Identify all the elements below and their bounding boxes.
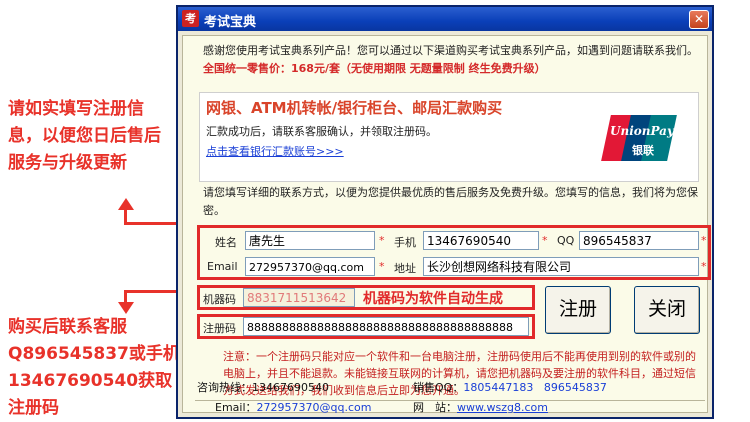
email-label: Email <box>207 260 238 273</box>
retail-price: 全国统一零售价：168元/套（无使用期限 无题量限制 终生免费升级） <box>203 62 546 75</box>
required-mark: * <box>701 234 707 247</box>
payment-banner: 网银、ATM机转帐/银行柜台、邮局汇款购买 汇款成功后，请联系客服确认，并领取注… <box>199 92 699 182</box>
required-mark: * <box>542 234 548 247</box>
annotation-fill-info: 请如实填写注册信息，以便您日后售后服务与升级更新 <box>8 99 161 173</box>
registration-code-label: 注册码 <box>203 322 236 335</box>
unionpay-logo-text: UnionPay <box>610 124 674 138</box>
footer-email-label: Email： <box>215 401 257 414</box>
website-label: 网 站： <box>413 401 457 414</box>
required-mark: * <box>379 234 385 247</box>
registration-dialog: 考 考试宝典 ✕ 感谢您使用考试宝典系列产品！您可以通过以下渠道购买考试宝典系列… <box>176 5 714 419</box>
address-field[interactable]: 长沙创想网络科技有限公司 <box>423 257 699 276</box>
machine-code-label: 机器码 <box>203 293 236 306</box>
banner-headline: 网银、ATM机转帐/银行柜台、邮局汇款购买 <box>206 99 503 117</box>
intro-body: 感谢您使用考试宝典系列产品！您可以通过以下渠道购买考试宝典系列产品，如遇到问题请… <box>203 44 698 57</box>
bank-account-link[interactable]: 点击查看银行汇款账号>>> <box>206 143 344 159</box>
website-link[interactable]: www.wszg8.com <box>457 401 548 414</box>
annotation-contact-service: 购买后联系客服Q896545837或手机13467690540获取注册码 <box>8 317 180 418</box>
registration-code-field[interactable]: 88888888888888888888888888888888888888 <box>243 317 529 336</box>
phone-field[interactable]: 13467690540 <box>423 231 539 250</box>
hotline-label: 咨询热线： <box>197 381 252 394</box>
sales-qq-value-1: 1805447183 <box>463 381 534 394</box>
name-label: 姓名 <box>215 236 237 249</box>
name-field[interactable]: 唐先生 <box>245 231 375 250</box>
footer-sales-qq: 销售QQ：1805447183 896545837 <box>413 379 607 395</box>
arrow-bottom-head <box>118 302 134 314</box>
footer-email-value: 272957370@qq.com <box>256 401 372 414</box>
required-mark: * <box>701 260 707 273</box>
required-mark: * <box>379 260 385 273</box>
email-field[interactable]: 272957370@qq.com <box>245 257 375 276</box>
sales-qq-value-2: 896545837 <box>543 381 607 394</box>
qq-field[interactable]: 896545837 <box>579 231 699 250</box>
close-icon[interactable]: ✕ <box>689 10 709 29</box>
unionpay-logo-icon: UnionPay 银联 <box>601 115 677 161</box>
arrow-top-head <box>118 198 134 210</box>
hotline-value: 13467690540 <box>252 381 329 394</box>
machine-code-field: 8831711513642 <box>243 288 355 307</box>
machine-code-note: 机器码为软件自动生成 <box>363 291 503 307</box>
address-label: 地址 <box>394 262 416 275</box>
phone-label: 手机 <box>394 236 416 249</box>
banner-subtext: 汇款成功后，请联系客服确认，并领取注册码。 <box>206 125 437 138</box>
footer-hotline: 咨询热线：13467690540 <box>197 379 329 395</box>
unionpay-logo-chinese: 银联 <box>632 144 654 157</box>
app-icon: 考 <box>182 10 199 27</box>
footer-email: Email：272957370@qq.com <box>215 399 371 415</box>
register-button[interactable]: 注册 <box>545 286 611 334</box>
title-bar[interactable]: 考 考试宝典 ✕ <box>178 7 712 31</box>
content-panel: 感谢您使用考试宝典系列产品！您可以通过以下渠道购买考试宝典系列产品，如遇到问题请… <box>182 35 711 415</box>
close-button[interactable]: 关闭 <box>634 286 700 334</box>
window-title: 考试宝典 <box>204 15 257 30</box>
footer-website: 网 站：www.wszg8.com <box>413 399 548 415</box>
contact-instructions: 请您填写详细的联系方式，以便为您提供最优质的售后服务及免费升级。您填写的信息，我… <box>203 186 698 217</box>
sales-qq-label: 销售QQ： <box>413 381 464 394</box>
intro-text: 感谢您使用考试宝典系列产品！您可以通过以下渠道购买考试宝典系列产品，如遇到问题请… <box>203 42 703 78</box>
qq-label: QQ <box>557 234 575 247</box>
